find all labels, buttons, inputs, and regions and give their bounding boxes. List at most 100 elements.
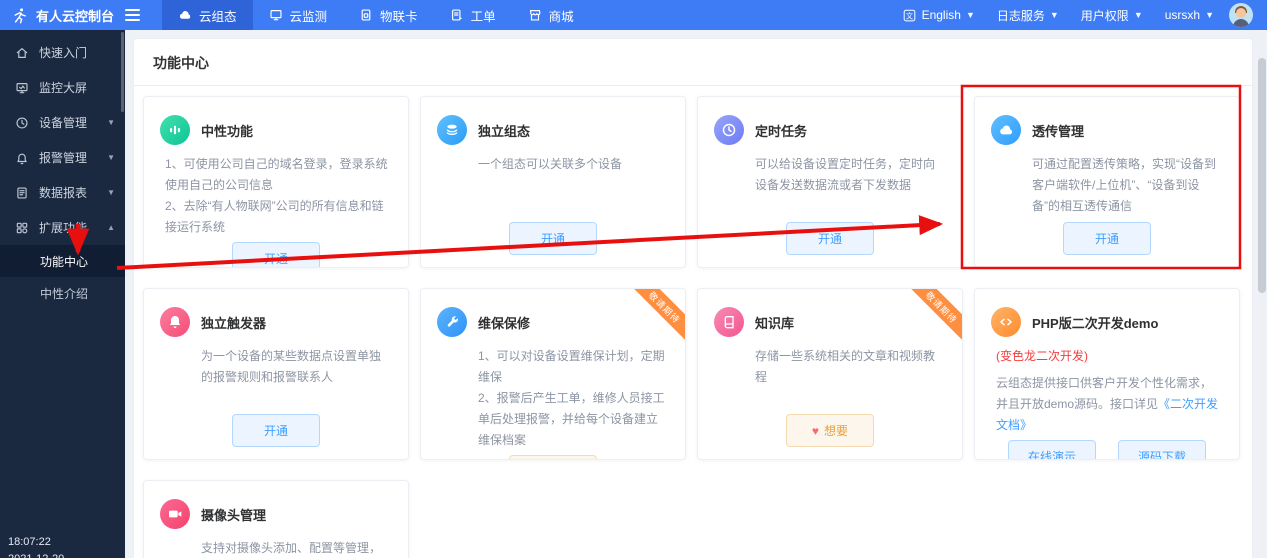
sidebar-subitem[interactable]: 中性介绍 [0, 277, 125, 309]
chevron-up-icon: ▲ [107, 223, 115, 232]
card-title: 独立组态 [478, 121, 530, 140]
sidebar-item[interactable]: 设备管理▼ [0, 105, 125, 140]
work-order-icon [450, 8, 464, 22]
content-panel: 功能中心 中性功能 1、可使用公司自己的域名登录，登录系统使用自己的公司信息 2、… [133, 38, 1253, 558]
layers-icon [437, 115, 467, 145]
card-desc: 可以给设备设置定时任务，定时向设备发送数据流或者下发数据 [755, 154, 946, 218]
feature-card: 摄像头管理支持对摄像头添加、配置等管理，实现对自己关注场景的画面监控 [143, 480, 409, 558]
monitor-icon [269, 8, 283, 22]
cloud-icon [178, 8, 192, 22]
equalizer-icon [160, 115, 190, 145]
user-avatar[interactable] [1229, 3, 1253, 27]
nav-tab-label: 工单 [471, 6, 496, 25]
activate-button[interactable]: 开通 [1063, 222, 1151, 255]
card-title: 中性功能 [201, 121, 253, 140]
card-desc: 一个组态可以关联多个设备 [478, 154, 669, 218]
device-icon [15, 116, 29, 130]
nav-tab[interactable]: 物联卡 [343, 0, 434, 30]
language-label: English [922, 8, 961, 22]
user-menu[interactable]: usrsxh ▼ [1154, 0, 1225, 30]
card-title: 独立触发器 [201, 313, 266, 332]
sidebar-item[interactable]: 数据报表▼ [0, 175, 125, 210]
sidebar-item[interactable]: 监控大屏 [0, 70, 125, 105]
translate-icon: 文 [902, 8, 917, 23]
language-select[interactable]: 文 English ▼ [891, 0, 986, 30]
app-title: 有人云控制台 [36, 6, 114, 25]
chevron-down-icon: ▼ [107, 188, 115, 197]
sidebar-item[interactable]: 快速入门 [0, 35, 125, 70]
feature-card: 独立组态一个组态可以关联多个设备开通 [420, 96, 686, 268]
menu-toggle-icon[interactable] [125, 9, 140, 21]
nav-tab-label: 商城 [549, 6, 574, 25]
app-logo: 有人云控制台 [0, 0, 152, 30]
nav-tab[interactable]: 云监测 [253, 0, 344, 30]
feature-card: 透传管理可通过配置透传策略，实现“设备到客户端软件/上位机”、“设备到设备”的相… [974, 96, 1240, 268]
page-scrollbar[interactable] [1258, 32, 1266, 556]
card-desc: 可通过配置透传策略，实现“设备到客户端软件/上位机”、“设备到设备”的相互透传通… [1032, 154, 1223, 218]
card-desc: 为一个设备的某些数据点设置单独的报警规则和报警联系人 [201, 346, 392, 410]
nav-tab[interactable]: 云组态 [162, 0, 253, 30]
sidebar: 快速入门监控大屏设备管理▼报警管理▼数据报表▼扩展功能▲功能中心中性介绍 18:… [0, 30, 125, 558]
doc-link[interactable]: 《二次开发文档》 [996, 397, 1218, 432]
username: usrsxh [1165, 8, 1200, 22]
main-area: 功能中心 中性功能 1、可使用公司自己的域名登录，登录系统使用自己的公司信息 2、… [125, 30, 1267, 558]
activate-button[interactable]: 开通 [232, 242, 320, 268]
sidebar-date: 2021-12-20 [8, 553, 64, 558]
sidebar-item[interactable]: 报警管理▼ [0, 140, 125, 175]
sidebar-clock: 18:07:22 [8, 536, 51, 548]
source-download-button[interactable]: 源码下载 [1118, 440, 1206, 460]
card-desc: 云组态提供接口供客户开发个性化需求，并且开放demo源码。接口详见《二次开发文档… [996, 373, 1223, 436]
chevron-down-icon: ▼ [107, 153, 115, 162]
menu-log-service[interactable]: 日志服务 ▼ [986, 0, 1070, 30]
card-title: 知识库 [755, 313, 794, 332]
topbar-right: 文 English ▼ 日志服务 ▼ 用户权限 ▼ usrsxh ▼ [891, 0, 1267, 30]
menu-user-permission[interactable]: 用户权限 ▼ [1070, 0, 1154, 30]
nav-tab-label: 云监测 [290, 6, 328, 25]
sidebar-scrollbar-thumb[interactable] [121, 32, 124, 112]
feature-card: 独立触发器为一个设备的某些数据点设置单独的报警规则和报警联系人开通 [143, 288, 409, 460]
want-button[interactable]: ♥想要 [786, 414, 874, 447]
wrench-icon [437, 307, 467, 337]
chevron-down-icon: ▼ [966, 10, 975, 20]
report-icon [15, 186, 29, 200]
activate-button[interactable]: 开通 [509, 222, 597, 255]
activate-button[interactable]: 开通 [786, 222, 874, 255]
card-desc: 1、可使用公司自己的域名登录，登录系统使用自己的公司信息 2、去除“有人物联网”… [165, 154, 392, 238]
card-title: PHP版二次开发demo [1032, 313, 1158, 332]
clock-icon [714, 115, 744, 145]
feature-card: PHP版二次开发demo (变色龙二次开发) 云组态提供接口供客户开发个性化需求，并… [974, 288, 1240, 460]
want-button[interactable]: ♥想要 [509, 455, 597, 460]
chevron-down-icon: ▼ [107, 118, 115, 127]
bell-icon [160, 307, 190, 337]
feature-card-grid: 中性功能 1、可使用公司自己的域名登录，登录系统使用自己的公司信息 2、去除“有人… [134, 86, 1252, 558]
alarm-icon [15, 151, 29, 165]
screen-icon [15, 81, 29, 95]
chevron-down-icon: ▼ [1050, 10, 1059, 20]
sim-card-icon [359, 8, 373, 22]
feature-card: 定时任务可以给设备设置定时任务，定时向设备发送数据流或者下发数据开通 [697, 96, 963, 268]
feature-card: 中性功能 1、可使用公司自己的域名登录，登录系统使用自己的公司信息 2、去除“有人… [143, 96, 409, 268]
card-desc: 存储一些系统相关的文章和视频教程 [755, 346, 946, 410]
online-demo-button[interactable]: 在线演示 [1008, 440, 1096, 460]
card-subtitle: (变色龙二次开发) [996, 347, 1223, 364]
page-scrollbar-thumb[interactable] [1258, 58, 1266, 293]
card-title: 透传管理 [1032, 121, 1084, 140]
nav-tab[interactable]: 工单 [434, 0, 512, 30]
nav-tab-label: 云组态 [199, 6, 237, 25]
cloud-solid-icon [991, 115, 1021, 145]
sidebar-item[interactable]: 扩展功能▲ [0, 210, 125, 245]
nav-tab-label: 物联卡 [380, 6, 418, 25]
feature-card: 维保保修1、可以对设备设置维保计划，定期维保 2、报警后产生工单，维修人员接工单… [420, 288, 686, 460]
book-icon [714, 307, 744, 337]
sidebar-subitem[interactable]: 功能中心 [0, 245, 125, 277]
chevron-down-icon: ▼ [1205, 10, 1214, 20]
nav-tab[interactable]: 商城 [512, 0, 590, 30]
feature-card: 知识库存储一些系统相关的文章和视频教程♥想要敬请期待 [697, 288, 963, 460]
camera-icon [160, 499, 190, 529]
svg-text:文: 文 [905, 11, 912, 20]
activate-button[interactable]: 开通 [232, 414, 320, 447]
card-desc: 支持对摄像头添加、配置等管理，实现对自己关注场景的画面监控 [201, 538, 392, 558]
chevron-down-icon: ▼ [1134, 10, 1143, 20]
page-title: 功能中心 [134, 39, 1252, 86]
code-icon [991, 307, 1021, 337]
